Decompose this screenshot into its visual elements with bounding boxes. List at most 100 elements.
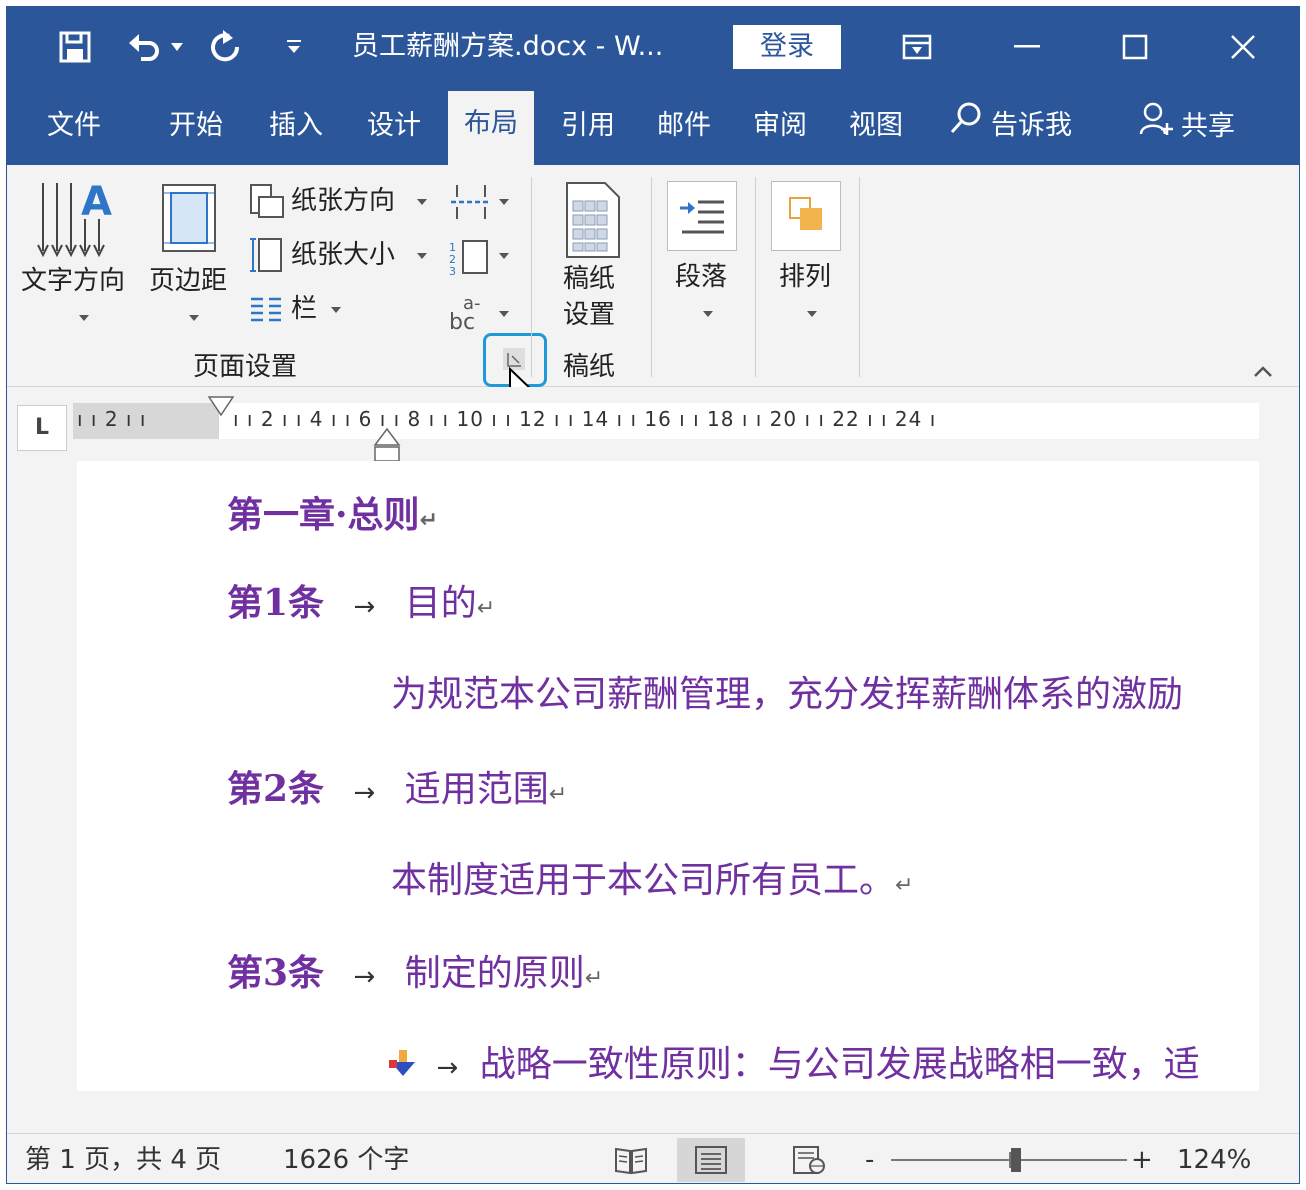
ruler-numbers: ı ı 2 ı ı 4 ı ı 6 ı ı 8 ı ı 10 ı ı 12 ı … [233,407,936,431]
text-direction-icon[interactable]: A [35,179,115,263]
tab-selector[interactable]: L [17,405,67,451]
article-3-bullet[interactable]: → 战略一致性原则：与公司发展战略相一致，适 [387,1041,1200,1091]
tell-me-box[interactable]: 告诉我 [949,101,1072,151]
read-mode-icon[interactable] [605,1138,657,1182]
draft-group-label: 稿纸 [563,351,615,383]
columns-icon[interactable] [249,295,283,327]
tab-insert[interactable]: 插入 [269,101,323,151]
text-direction-label[interactable]: 文字方向 [21,265,125,297]
orientation-icon[interactable] [247,183,285,225]
maximize-icon[interactable] [1105,25,1165,69]
article-label: 第3条 [227,952,324,994]
zoom-in-button[interactable]: + [1131,1142,1153,1178]
ribbon-display-options-icon[interactable] [887,25,947,69]
close-icon[interactable] [1213,25,1273,69]
orientation-dropdown-icon[interactable] [417,199,427,205]
margins-label[interactable]: 页边距 [149,265,227,297]
arrange-label[interactable]: 排列 [779,261,831,293]
zoom-out-button[interactable]: - [865,1142,874,1178]
page-count[interactable]: 第 1 页，共 4 页 [25,1142,221,1178]
draft-settings-label-line2[interactable]: 设置 [563,299,615,331]
draft-paper-icon[interactable] [563,181,623,263]
chapter-heading[interactable]: 第一章·总则↵ [227,491,438,545]
share-button[interactable]: 共享 [1139,101,1235,151]
undo-icon[interactable] [125,27,165,67]
tab-arrow: → [354,592,376,622]
paper-size-label[interactable]: 纸张大小 [291,239,395,271]
article-title: 制定的原则 [405,953,585,994]
paragraph-dropdown-icon[interactable] [703,311,713,317]
ruler-area: L ı ı 2 ı ı ı ı 2 ı ı 4 ı ı 6 ı ı 8 ı ı … [7,387,1299,461]
paragraph-label[interactable]: 段落 [675,261,727,293]
paragraph-mark: ↵ [420,508,438,533]
login-button[interactable]: 登录 [733,25,841,69]
print-layout-icon[interactable] [677,1138,745,1182]
tab-arrow: → [354,962,376,992]
customize-qat-icon[interactable] [279,27,309,67]
arrange-icon[interactable] [771,181,841,251]
collapse-ribbon-icon[interactable] [1253,363,1273,382]
article-label: 第2条 [227,768,324,810]
undo-dropdown-icon[interactable] [167,27,187,67]
zoom-level[interactable]: 124% [1177,1142,1251,1178]
paper-size-dropdown-icon[interactable] [417,253,427,259]
tab-view[interactable]: 视图 [849,101,903,151]
chapter-heading-text: 第一章·总则 [227,494,420,536]
page-setup-group-label: 页面设置 [193,351,297,383]
tab-review[interactable]: 审阅 [753,101,807,151]
margins-dropdown-icon[interactable] [189,315,199,321]
tab-file[interactable]: 文件 [47,101,101,151]
article-1-body[interactable]: 为规范本公司薪酬管理，充分发挥薪酬体系的激励 [391,671,1183,719]
save-icon[interactable] [55,27,95,67]
article-2-heading[interactable]: 第2条 → 适用范围↵ [227,765,567,819]
word-window: 员工薪酬方案.docx - W... 登录 文件 开始 插入 设计 布局 引用 … [6,6,1300,1184]
arrange-dropdown-icon[interactable] [807,311,817,317]
text-direction-dropdown-icon[interactable] [79,315,89,321]
share-label: 共享 [1181,111,1235,142]
tab-arrow: → [354,778,376,808]
ribbon-tabs: 文件 开始 插入 设计 布局 引用 邮件 审阅 视图 告诉我 共享 [7,87,1299,165]
paragraph-icon[interactable] [667,181,737,251]
columns-label[interactable]: 栏 [291,293,317,325]
tab-home[interactable]: 开始 [169,101,223,151]
line-numbers-icon[interactable]: 123 [449,237,493,281]
article-3-heading[interactable]: 第3条 → 制定的原则↵ [227,949,603,1003]
tab-layout[interactable]: 布局 [448,91,534,165]
line-numbers-dropdown-icon[interactable] [499,253,509,259]
tab-mailings[interactable]: 邮件 [657,101,711,151]
draft-settings-label-line1[interactable]: 稿纸 [563,263,615,295]
hyphenation-dropdown-icon[interactable] [499,311,509,317]
article-1-heading[interactable]: 第1条 → 目的↵ [227,579,495,633]
ribbon-separator [531,177,532,377]
zoom-slider-thumb[interactable] [1011,1148,1021,1172]
paragraph-mark: ↵ [895,873,913,898]
redo-icon[interactable] [205,27,245,67]
paper-size-icon[interactable] [249,235,287,279]
hyphenation-icon[interactable]: a-bc [449,293,493,337]
article-title: 目的 [405,583,477,624]
tab-references[interactable]: 引用 [561,101,615,151]
search-icon [949,101,983,152]
tell-me-label: 告诉我 [991,110,1072,141]
title-bar: 员工薪酬方案.docx - W... 登录 [7,7,1299,87]
breaks-icon[interactable] [449,183,493,225]
orientation-label[interactable]: 纸张方向 [291,185,395,217]
document-page[interactable]: 第一章·总则↵ 第1条 → 目的↵ 为规范本公司薪酬管理，充分发挥薪酬体系的激励… [77,461,1259,1091]
web-layout-icon[interactable] [783,1138,835,1182]
margins-icon[interactable] [161,183,217,257]
horizontal-ruler[interactable]: ı ı 2 ı ı ı ı 2 ı ı 4 ı ı 6 ı ı 8 ı ı 10… [73,403,1259,439]
paragraph-mark: ↵ [585,966,603,991]
word-count[interactable]: 1626 个字 [283,1142,409,1178]
first-line-indent-marker[interactable] [207,395,235,421]
ribbon-separator [755,177,756,377]
minimize-icon[interactable] [997,25,1057,69]
tab-arrow: → [436,1053,458,1083]
ribbon-separator [651,177,652,377]
columns-dropdown-icon[interactable] [331,307,341,313]
tab-design[interactable]: 设计 [367,101,421,151]
svg-text:A: A [81,179,112,225]
status-bar: 第 1 页，共 4 页 1626 个字 - + 124% [7,1133,1299,1184]
bullet-icon [387,1043,421,1091]
breaks-dropdown-icon[interactable] [499,199,509,205]
article-2-body[interactable]: 本制度适用于本公司所有员工。↵ [391,857,913,910]
